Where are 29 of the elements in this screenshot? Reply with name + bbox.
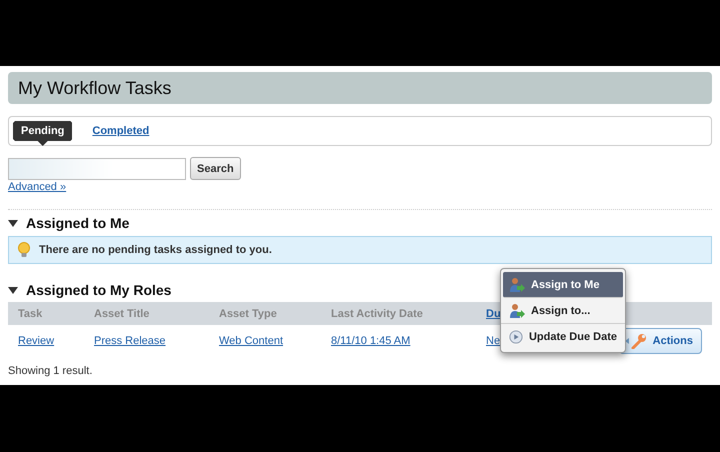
tab[interactable]: Pending (13, 121, 72, 146)
actions-button[interactable]: Actions (618, 328, 702, 354)
collapse-icon[interactable] (8, 218, 18, 228)
column-header[interactable]: Du (486, 308, 501, 320)
person-icon (509, 276, 525, 292)
collapse-icon[interactable] (8, 285, 18, 295)
section-heading: Assigned to My Roles (26, 282, 172, 298)
tab[interactable]: Completed (84, 121, 158, 141)
column-header: Asset Type (219, 308, 277, 320)
menu-item[interactable]: Assign to... (501, 298, 625, 324)
table-link[interactable]: Review (18, 335, 54, 347)
search-button[interactable]: Search (190, 157, 241, 180)
result-count: Showing 1 result. (8, 365, 94, 377)
page-title: My Workflow Tasks (18, 78, 172, 98)
column-header: Asset Title (94, 308, 150, 320)
table-link[interactable]: 8/11/10 1:45 AM (331, 335, 410, 347)
search-field[interactable] (8, 158, 186, 180)
lightbulb-icon (17, 242, 31, 258)
table-link[interactable]: Ne (486, 335, 500, 347)
table-link[interactable]: Web Content (219, 335, 284, 347)
wrench-icon (624, 333, 648, 349)
column-header: Last Activity Date (331, 308, 423, 320)
info-message: There are no pending tasks assigned to you. (8, 236, 712, 264)
advanced-link[interactable]: Advanced » (8, 181, 66, 193)
column-header: Task (18, 308, 42, 320)
person-icon (509, 302, 525, 318)
table-link[interactable]: Press Release (94, 335, 166, 347)
menu-item[interactable]: Assign to Me (503, 272, 623, 298)
section-heading: Assigned to Me (26, 215, 130, 231)
